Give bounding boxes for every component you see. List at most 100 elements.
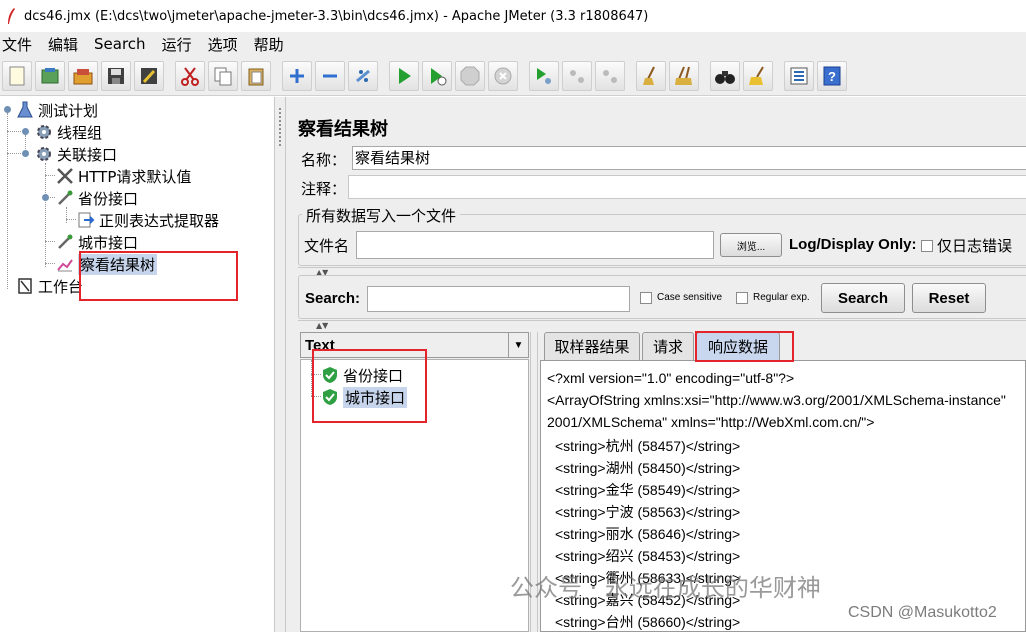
list-icon [790,67,808,84]
open-icon [73,68,93,84]
horizontal-divider[interactable]: ▲▼ [298,320,1026,330]
function-helper-button[interactable] [784,60,814,91]
extractor-icon [77,211,95,229]
split-pane-divider[interactable] [274,97,286,632]
shutdown-button[interactable] [488,60,518,91]
menu-file[interactable]: 文件 [0,34,40,55]
remote-start-button[interactable] [529,60,559,91]
window-title: dcs46.jmx (E:\dcs\two\jmeter\apache-jmet… [24,8,649,24]
cut-button[interactable] [175,60,205,91]
paste-button[interactable] [241,60,271,91]
highlight-box [312,349,427,423]
tree-node-test-plan[interactable]: 测试计划 [16,99,98,121]
collapse-icon [323,74,337,77]
remote-start-icon [537,67,551,84]
pipette-icon [56,189,74,207]
menu-options[interactable]: 选项 [206,34,246,55]
menu-run[interactable]: 运行 [160,34,200,55]
new-icon [9,66,25,85]
highlight-box [79,251,238,301]
csdn-watermark: CSDN @Masukotto2 [848,604,997,621]
menu-help[interactable]: 帮助 [252,34,292,55]
clear-all-button[interactable] [669,60,699,91]
tree-toggle[interactable] [22,128,29,135]
test-plan-icon [16,101,34,119]
copy-icon [214,67,232,85]
clear-icon [643,66,655,85]
comment-label: 注释： [301,180,347,198]
tree-toggle[interactable] [42,194,49,201]
save-as-button[interactable] [134,60,164,91]
tree-toggle[interactable] [4,106,11,113]
search-button[interactable]: Search [821,283,905,313]
response-line: <?xml version="1.0" encoding="utf-8"?> [547,370,795,386]
watermark-text: 公众号 · 永远在成长的华财神 [510,574,821,602]
cut-icon [181,66,199,86]
response-line: <string>杭州 (58457)</string> [555,438,741,454]
panel-title: 察看结果树 [298,119,388,140]
reset-search-button[interactable] [743,60,773,91]
tree-node-workbench[interactable]: 工作台 [16,275,83,297]
case-sensitive-checkbox[interactable] [640,292,652,304]
expand-button[interactable] [282,60,312,91]
tab-sampler-result[interactable]: 取样器结果 [544,332,640,360]
search-label: Search: [305,290,361,307]
name-field[interactable]: 察看结果树 [352,146,1026,170]
save-button[interactable] [101,60,131,91]
case-sensitive-label: Case sensitive [657,292,723,303]
reset-button[interactable]: Reset [912,283,986,313]
tree-node-association[interactable]: 关联接口 [35,143,117,165]
remote-shutdown-button[interactable] [595,60,625,91]
errors-only-label: 仅日志错误 [937,237,1013,255]
save-icon [108,67,124,84]
browse-button[interactable]: 浏览... [720,233,782,257]
new-button[interactable] [2,60,32,91]
tree-node-thread-group[interactable]: 线程组 [35,121,102,143]
tree-toggle[interactable] [22,150,29,157]
regex-checkbox[interactable] [736,292,748,304]
stop-icon [460,66,480,85]
help-button[interactable]: ? [817,60,847,91]
search-button-toolbar[interactable] [710,60,740,91]
menu-search[interactable]: Search [92,35,154,53]
comment-field[interactable] [348,175,1026,199]
search-input[interactable] [367,286,630,312]
chart-icon [56,255,74,273]
templates-button[interactable] [35,60,65,91]
regex-label: Regular exp. [753,292,810,303]
filename-input[interactable] [356,231,714,259]
stop-button[interactable] [455,60,485,91]
remote-shutdown-icon [603,69,617,83]
paste-icon [248,68,264,85]
copy-button[interactable] [208,60,238,91]
templates-icon [41,67,59,83]
remote-stop-button[interactable] [562,60,592,91]
open-button[interactable] [68,60,98,91]
menu-bar: 文件 编辑 Search 运行 选项 帮助 [0,32,1026,56]
tree-node-http-defaults[interactable]: HTTP请求默认值 [56,165,191,187]
expand-icon [290,68,304,83]
remote-stop-icon [570,69,584,83]
tree-node-regex-extractor[interactable]: 正则表达式提取器 [77,209,219,231]
collapse-button[interactable] [315,60,345,91]
dropdown-arrow-icon: ▼ [508,333,528,357]
errors-only-checkbox[interactable] [921,240,933,252]
log-display-label: Log/Display Only: [789,236,917,253]
response-line: <string>台州 (58660)</string> [555,614,741,630]
tree-node-province[interactable]: 省份接口 [56,187,138,209]
jmeter-feather-icon [8,8,15,24]
pipette-icon [56,233,74,251]
horizontal-divider[interactable]: ▲▼ [298,267,1026,277]
menu-edit[interactable]: 编辑 [46,34,86,55]
svg-text:?: ? [828,69,836,84]
toggle-button[interactable] [348,60,378,91]
clear-button[interactable] [636,60,666,91]
gear-icon [35,145,53,163]
start-button[interactable] [389,60,419,91]
tab-request[interactable]: 请求 [642,332,694,360]
response-line: <string>丽水 (58646)</string> [555,526,741,542]
tree-node-city[interactable]: 城市接口 [56,231,138,253]
response-line: <string>绍兴 (58453)</string> [555,548,741,564]
response-line: <string>湖州 (58450)</string> [555,460,741,476]
start-no-pause-button[interactable] [422,60,452,91]
